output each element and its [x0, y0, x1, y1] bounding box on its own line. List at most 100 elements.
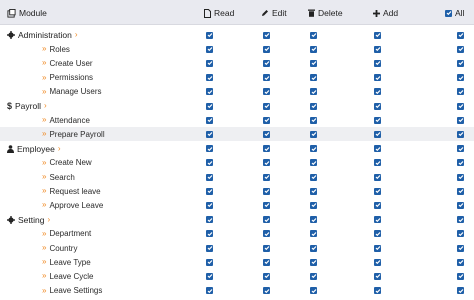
edit-checkbox[interactable]: [263, 130, 270, 138]
all-checkbox[interactable]: [457, 187, 464, 195]
read-checkbox[interactable]: [206, 116, 213, 124]
add-checkbox[interactable]: [374, 258, 381, 266]
chevron-right-icon[interactable]: ›: [47, 215, 50, 224]
delete-checkbox[interactable]: [310, 216, 317, 224]
add-checkbox[interactable]: [374, 145, 381, 153]
delete-checkbox[interactable]: [310, 88, 317, 96]
edit-checkbox[interactable]: [263, 287, 270, 295]
read-checkbox[interactable]: [206, 59, 213, 67]
read-checkbox[interactable]: [206, 88, 213, 96]
all-checkbox[interactable]: [457, 272, 464, 280]
read-checkbox[interactable]: [206, 102, 213, 110]
delete-checkbox[interactable]: [310, 145, 317, 153]
edit-checkbox[interactable]: [263, 187, 270, 195]
delete-checkbox[interactable]: [310, 244, 317, 252]
all-checkbox[interactable]: [457, 130, 464, 138]
edit-checkbox[interactable]: [263, 201, 270, 209]
delete-checkbox[interactable]: [310, 102, 317, 110]
delete-checkbox[interactable]: [310, 116, 317, 124]
all-checkbox[interactable]: [457, 102, 464, 110]
read-checkbox[interactable]: [206, 159, 213, 167]
delete-checkbox[interactable]: [310, 45, 317, 53]
edit-checkbox[interactable]: [263, 216, 270, 224]
read-checkbox[interactable]: [206, 173, 213, 181]
all-checkbox[interactable]: [457, 230, 464, 238]
delete-checkbox[interactable]: [310, 187, 317, 195]
read-checkbox[interactable]: [206, 74, 213, 82]
add-checkbox[interactable]: [374, 31, 381, 39]
all-checkbox[interactable]: [457, 88, 464, 96]
delete-checkbox[interactable]: [310, 31, 317, 39]
all-checkbox[interactable]: [457, 31, 464, 39]
read-checkbox[interactable]: [206, 244, 213, 252]
add-checkbox[interactable]: [374, 173, 381, 181]
delete-checkbox[interactable]: [310, 287, 317, 295]
add-checkbox[interactable]: [374, 187, 381, 195]
delete-checkbox[interactable]: [310, 230, 317, 238]
add-checkbox[interactable]: [374, 287, 381, 295]
all-checkbox[interactable]: [457, 145, 464, 153]
edit-checkbox[interactable]: [263, 272, 270, 280]
chevron-right-icon[interactable]: ›: [75, 31, 78, 39]
read-checkbox[interactable]: [206, 31, 213, 39]
edit-checkbox[interactable]: [263, 74, 270, 82]
all-checkbox[interactable]: [457, 116, 464, 124]
read-checkbox[interactable]: [206, 230, 213, 238]
delete-checkbox[interactable]: [310, 59, 317, 67]
all-checkbox[interactable]: [457, 173, 464, 181]
add-checkbox[interactable]: [374, 59, 381, 67]
add-checkbox[interactable]: [374, 45, 381, 53]
read-checkbox[interactable]: [206, 145, 213, 153]
delete-checkbox[interactable]: [310, 201, 317, 209]
add-checkbox[interactable]: [374, 74, 381, 82]
edit-checkbox[interactable]: [263, 102, 270, 110]
edit-checkbox[interactable]: [263, 258, 270, 266]
all-checkbox[interactable]: [457, 159, 464, 167]
add-checkbox[interactable]: [374, 272, 381, 280]
edit-checkbox[interactable]: [263, 244, 270, 252]
add-checkbox[interactable]: [374, 102, 381, 110]
read-checkbox[interactable]: [206, 130, 213, 138]
read-checkbox[interactable]: [206, 201, 213, 209]
edit-checkbox[interactable]: [263, 88, 270, 96]
chevron-right-icon[interactable]: ›: [58, 144, 61, 153]
add-checkbox[interactable]: [374, 116, 381, 124]
edit-checkbox[interactable]: [263, 145, 270, 153]
edit-checkbox[interactable]: [263, 45, 270, 53]
all-checkbox[interactable]: [457, 59, 464, 67]
read-checkbox[interactable]: [206, 187, 213, 195]
edit-checkbox[interactable]: [263, 116, 270, 124]
add-checkbox[interactable]: [374, 159, 381, 167]
all-checkbox[interactable]: [457, 244, 464, 252]
read-checkbox[interactable]: [206, 45, 213, 53]
delete-checkbox[interactable]: [310, 258, 317, 266]
select-all-checkbox[interactable]: [445, 9, 452, 17]
all-checkbox[interactable]: [457, 45, 464, 53]
chevron-right-icon[interactable]: ›: [44, 102, 47, 110]
add-checkbox[interactable]: [374, 216, 381, 224]
delete-checkbox[interactable]: [310, 74, 317, 82]
delete-checkbox[interactable]: [310, 159, 317, 167]
all-checkbox[interactable]: [457, 258, 464, 266]
all-checkbox[interactable]: [457, 287, 464, 295]
all-checkbox[interactable]: [457, 216, 464, 224]
edit-checkbox[interactable]: [263, 173, 270, 181]
edit-checkbox[interactable]: [263, 159, 270, 167]
read-checkbox[interactable]: [206, 216, 213, 224]
edit-checkbox[interactable]: [263, 230, 270, 238]
all-checkbox[interactable]: [457, 201, 464, 209]
edit-checkbox[interactable]: [263, 31, 270, 39]
delete-checkbox[interactable]: [310, 272, 317, 280]
edit-checkbox[interactable]: [263, 59, 270, 67]
add-checkbox[interactable]: [374, 230, 381, 238]
delete-checkbox[interactable]: [310, 130, 317, 138]
add-checkbox[interactable]: [374, 130, 381, 138]
add-checkbox[interactable]: [374, 244, 381, 252]
all-checkbox[interactable]: [457, 74, 464, 82]
add-checkbox[interactable]: [374, 201, 381, 209]
read-checkbox[interactable]: [206, 272, 213, 280]
delete-checkbox[interactable]: [310, 173, 317, 181]
read-checkbox[interactable]: [206, 287, 213, 295]
add-checkbox[interactable]: [374, 88, 381, 96]
read-checkbox[interactable]: [206, 258, 213, 266]
